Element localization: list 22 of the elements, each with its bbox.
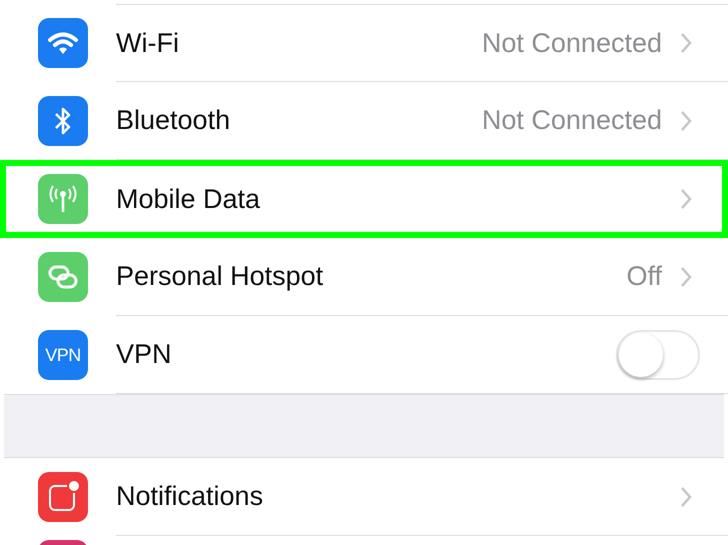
chevron-icon (680, 188, 692, 210)
vpn-icon: VPN (38, 330, 88, 380)
row-label: Notifications (116, 481, 264, 512)
chain-link-icon (38, 252, 88, 302)
row-value: Not Connected (482, 28, 662, 58)
row-label: Wi-Fi (116, 28, 179, 58)
bluetooth-icon (38, 96, 88, 146)
toggle-switch[interactable] (616, 330, 700, 380)
row-label: VPN (116, 339, 172, 370)
wifi-icon (38, 18, 88, 68)
chevron-icon (680, 266, 692, 288)
chevron-icon (680, 110, 692, 132)
chevron-icon (680, 32, 692, 54)
row-label: Mobile Data (116, 184, 260, 214)
row-label: Personal Hotspot (116, 261, 324, 292)
row-value: Off (626, 261, 662, 292)
antenna-icon (38, 174, 88, 224)
row-value: Not Connected (482, 105, 662, 136)
highlighted-settings-row[interactable]: Mobile Data (0, 160, 728, 238)
notifications-icon (38, 472, 88, 522)
chevron-icon (680, 486, 692, 508)
row-label: Bluetooth (116, 105, 230, 136)
